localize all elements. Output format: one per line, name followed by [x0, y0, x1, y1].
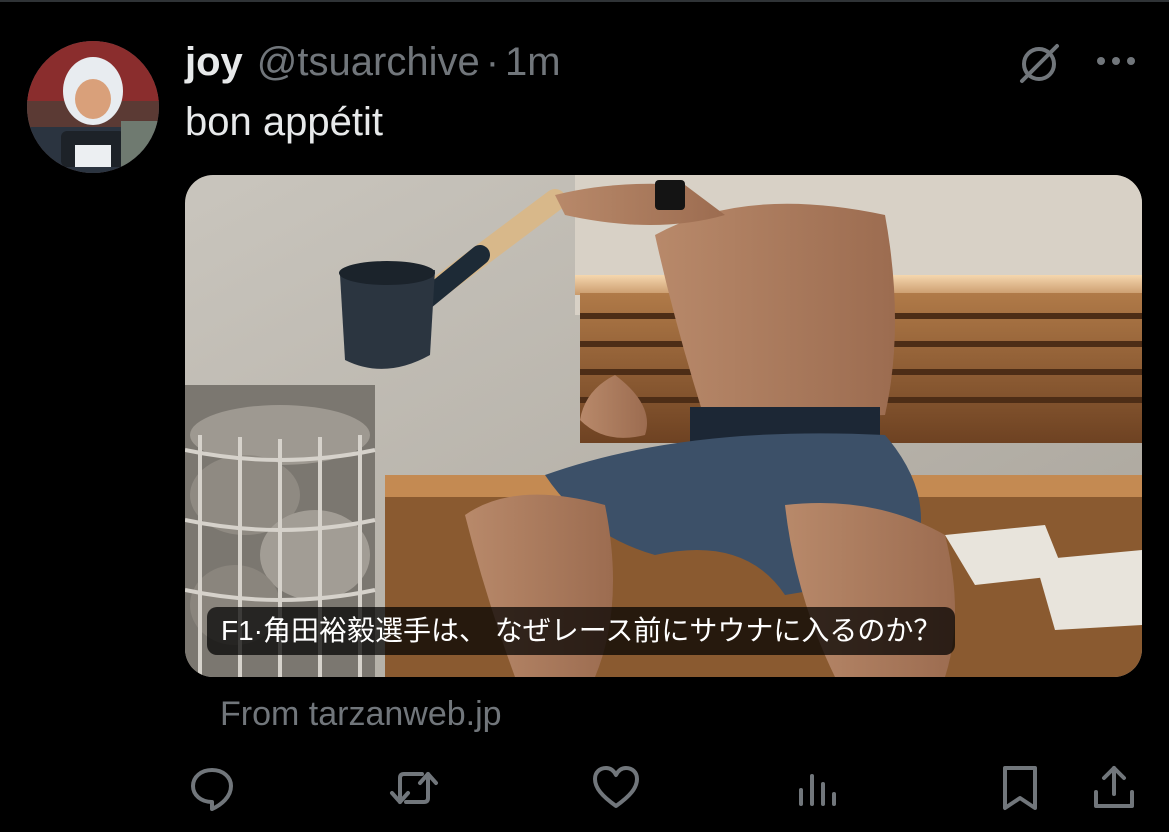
- bookmark-button[interactable]: [994, 762, 1046, 814]
- views-icon: [799, 774, 836, 806]
- reply-icon: [191, 768, 233, 811]
- link-card-image: [185, 175, 1142, 677]
- avatar[interactable]: [27, 41, 159, 173]
- share-button[interactable]: [1088, 762, 1140, 814]
- like-icon: [593, 766, 639, 808]
- link-card[interactable]: F1·角田裕毅選手は、 なぜレース前にサウナに入るのか？: [185, 175, 1142, 677]
- more-icon[interactable]: [1092, 47, 1140, 75]
- link-card-source[interactable]: From tarzanweb.jp: [220, 692, 502, 736]
- tweet-text: bon appétit: [185, 100, 383, 144]
- top-divider: [0, 0, 1169, 2]
- header-separator: ·: [485, 40, 500, 84]
- like-button[interactable]: [590, 762, 642, 814]
- avatar-image: [27, 41, 159, 173]
- author-display-name[interactable]: joy: [185, 36, 243, 88]
- share-icon: [1094, 766, 1134, 808]
- author-handle[interactable]: @tsuarchive: [257, 36, 480, 88]
- views-button[interactable]: [792, 762, 844, 814]
- tweet-timestamp[interactable]: 1m: [505, 36, 561, 88]
- bookmark-icon: [1003, 766, 1037, 810]
- reply-button[interactable]: [186, 762, 238, 814]
- link-card-title: F1·角田裕毅選手は、 なぜレース前にサウナに入るのか？: [207, 607, 956, 655]
- retweet-button[interactable]: [388, 762, 440, 814]
- retweet-icon: [390, 772, 438, 804]
- tweet-header: joy @tsuarchive · 1m: [185, 36, 561, 88]
- grok-icon[interactable]: [1014, 39, 1064, 89]
